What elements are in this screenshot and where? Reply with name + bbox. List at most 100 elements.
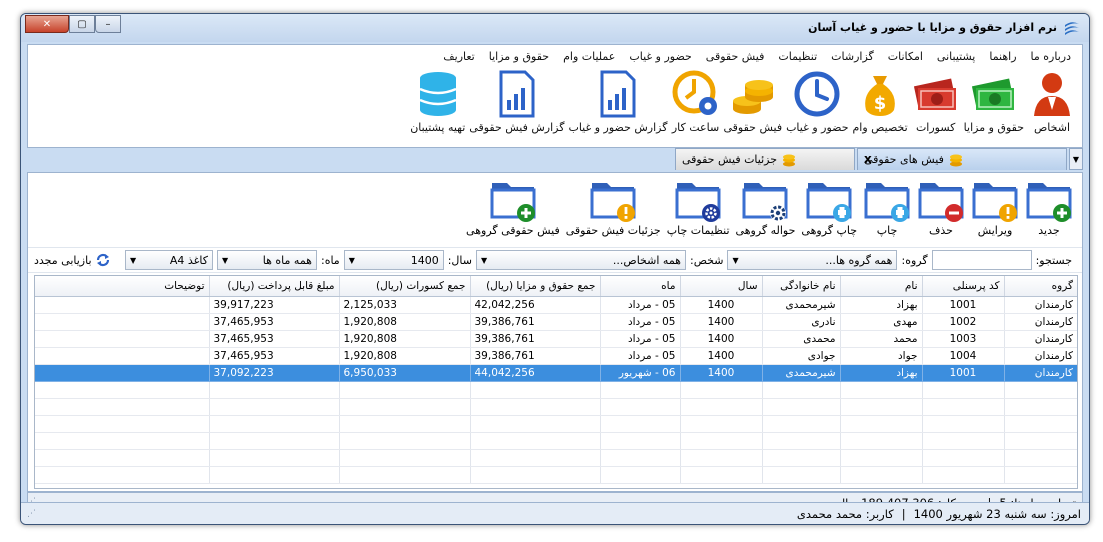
window-resize-grip[interactable]: ⋰ bbox=[27, 509, 36, 519]
table-row[interactable]: کارمندان 1004 جواد جوادی 1400 05 - مرداد 39,38… bbox=[35, 347, 1077, 365]
table-cell: 37,465,953 bbox=[208, 313, 339, 331]
print-button[interactable]: چاپ bbox=[863, 177, 911, 245]
table-cell: 05 - مرداد bbox=[599, 296, 680, 314]
table-cell: 1002 bbox=[921, 313, 1004, 331]
table-cell: نادری bbox=[761, 313, 840, 331]
column-header[interactable]: سال bbox=[679, 276, 762, 297]
tool-deductions[interactable]: کسورات bbox=[912, 69, 960, 134]
table-cell: 1400 bbox=[679, 330, 762, 348]
empty-cell bbox=[338, 432, 470, 450]
person-select[interactable]: همه اشخاص... ▼ bbox=[475, 250, 686, 270]
column-header[interactable]: جمع کسورات (ریال) bbox=[338, 276, 470, 297]
menu-support[interactable]: پشتیبانی bbox=[930, 50, 982, 63]
minimize-button[interactable]: – bbox=[95, 15, 121, 33]
print-settings-button[interactable]: تنظیمات چاپ bbox=[667, 177, 730, 245]
column-header[interactable]: جمع حقوق و مزایا (ریال) bbox=[469, 276, 600, 297]
table-row[interactable]: کارمندان 1002 مهدی نادری 1400 05 - مرداد 39,38… bbox=[35, 313, 1077, 331]
menu-salary[interactable]: حقوق و مزایا bbox=[482, 50, 556, 63]
table-cell bbox=[35, 347, 209, 365]
empty-cell bbox=[761, 449, 840, 467]
group-payslip-button[interactable]: فیش حقوقی گروهی bbox=[466, 177, 560, 245]
tab-payslip-details[interactable]: جزئیات فیش حقوقی bbox=[675, 148, 855, 170]
empty-cell bbox=[921, 415, 1004, 433]
tool-payslip[interactable]: فیش حقوقی bbox=[724, 69, 782, 134]
edit-button[interactable]: ویرایش bbox=[971, 177, 1019, 245]
column-header[interactable]: مبلغ قابل پرداخت (ریال) bbox=[208, 276, 339, 297]
year-select[interactable]: 1400 ▼ bbox=[343, 250, 444, 270]
menu-help[interactable]: راهنما bbox=[982, 50, 1023, 63]
empty-cell bbox=[469, 449, 600, 467]
status-bar: امروز: سه شنبه 23 شهریور 1400 | کاربر: م… bbox=[21, 502, 1089, 524]
tab-dropdown-button[interactable]: ▼ bbox=[1069, 148, 1083, 170]
group-transfer-button[interactable]: حواله گروهی bbox=[736, 177, 795, 245]
group-print-button[interactable]: چاپ گروهی bbox=[801, 177, 857, 245]
empty-cell bbox=[921, 398, 1004, 416]
column-header[interactable]: توضیحات bbox=[35, 276, 209, 297]
table-cell: مهدی bbox=[839, 313, 922, 331]
table-row[interactable]: کارمندان 1001 بهزاد شیرمحمدی 1400 05 - مرداد 4… bbox=[35, 296, 1077, 314]
column-header[interactable]: گروه bbox=[1003, 276, 1077, 297]
table-cell: 1003 bbox=[921, 330, 1004, 348]
tab-payslip-details-label: جزئیات فیش حقوقی bbox=[682, 153, 778, 166]
menu-features[interactable]: امکانات bbox=[881, 50, 930, 63]
table-cell bbox=[35, 364, 209, 382]
delete-button[interactable]: حذف bbox=[917, 177, 965, 245]
empty-cell bbox=[679, 415, 762, 433]
chevron-down-icon: ▼ bbox=[480, 255, 488, 265]
empty-cell bbox=[1003, 381, 1077, 399]
search-input[interactable] bbox=[931, 250, 1032, 270]
table-cell: 6,950,033 bbox=[338, 364, 470, 382]
app-logo-icon bbox=[1065, 22, 1079, 35]
empty-row bbox=[35, 381, 1077, 399]
tool-attendance[interactable]: حضور و غیاب bbox=[786, 69, 849, 134]
tab-payslips[interactable]: فیش های حقوقی x bbox=[857, 148, 1067, 170]
empty-cell bbox=[35, 466, 209, 484]
empty-cell bbox=[469, 432, 600, 450]
table-row[interactable]: کارمندان 1001 بهزاد شیرمحمدی 1400 06 - شهریور… bbox=[35, 364, 1077, 382]
edit-label: ویرایش bbox=[977, 224, 1013, 237]
tool-salary[interactable]: حقوق و مزایا bbox=[964, 69, 1024, 134]
tool-work-hours[interactable]: ساعت کار bbox=[672, 69, 720, 134]
menu-definitions[interactable]: تعاریف bbox=[436, 50, 481, 63]
new-label: جدید bbox=[1038, 224, 1060, 237]
table-cell: بهزاد bbox=[839, 296, 922, 314]
tool-loan[interactable]: $ تخصیص وام bbox=[853, 69, 908, 134]
menu-payslip[interactable]: فیش حقوقی bbox=[699, 50, 772, 63]
app-window: ✕ ▢ – نرم افزار حقوق و مزایا با حضور و غ… bbox=[20, 13, 1090, 525]
menu-settings[interactable]: تنظیمات bbox=[771, 50, 824, 63]
year-label: سال: bbox=[447, 253, 472, 267]
empty-cell bbox=[469, 466, 600, 484]
column-header[interactable]: نام خانوادگی bbox=[761, 276, 840, 297]
column-header[interactable]: کد پرسنلی bbox=[921, 276, 1004, 297]
empty-cell bbox=[1003, 449, 1077, 467]
empty-cell bbox=[599, 432, 680, 450]
tab-close-icon[interactable]: x bbox=[864, 152, 872, 166]
empty-cell bbox=[761, 398, 840, 416]
maximize-button[interactable]: ▢ bbox=[69, 15, 95, 33]
table-row[interactable]: کارمندان 1003 محمد محمدی 1400 05 - مرداد 39,38… bbox=[35, 330, 1077, 348]
table-cell bbox=[35, 313, 209, 331]
column-header[interactable]: ماه bbox=[599, 276, 680, 297]
tool-backup[interactable]: تهیه پشتیبان bbox=[410, 69, 465, 134]
tool-payslip-report[interactable]: گزارش فیش حقوقی bbox=[469, 69, 564, 134]
tool-attendance-report[interactable]: گزارش حضور و غیاب bbox=[568, 69, 668, 134]
database-icon bbox=[419, 72, 457, 116]
new-button[interactable]: جدید bbox=[1025, 177, 1073, 245]
empty-row bbox=[35, 432, 1077, 450]
table-cell: 05 - مرداد bbox=[599, 347, 680, 365]
payslip-details-button[interactable]: جزئیات فیش حقوقی bbox=[566, 177, 661, 245]
menu-attendance[interactable]: حضور و غیاب bbox=[622, 50, 698, 63]
column-header[interactable]: نام bbox=[839, 276, 922, 297]
close-button[interactable]: ✕ bbox=[25, 15, 69, 33]
menu-about[interactable]: درباره ما bbox=[1024, 50, 1078, 63]
group-select[interactable]: همه گروه ها... ▼ bbox=[727, 250, 898, 270]
clock-icon bbox=[794, 71, 840, 117]
menu-loan[interactable]: عملیات وام bbox=[556, 50, 622, 63]
refresh-button[interactable]: بازیابی مجدد bbox=[34, 252, 111, 268]
menu-reports[interactable]: گزارشات bbox=[824, 50, 881, 63]
ribbon: تعاریف حقوق و مزایا عملیات وام حضور و غی… bbox=[27, 44, 1083, 148]
tool-persons[interactable]: اشخاص bbox=[1028, 69, 1076, 134]
empty-cell bbox=[208, 449, 339, 467]
paper-select[interactable]: کاغذ A4 ▼ bbox=[124, 250, 213, 270]
month-select[interactable]: همه ماه ها ▼ bbox=[216, 250, 317, 270]
